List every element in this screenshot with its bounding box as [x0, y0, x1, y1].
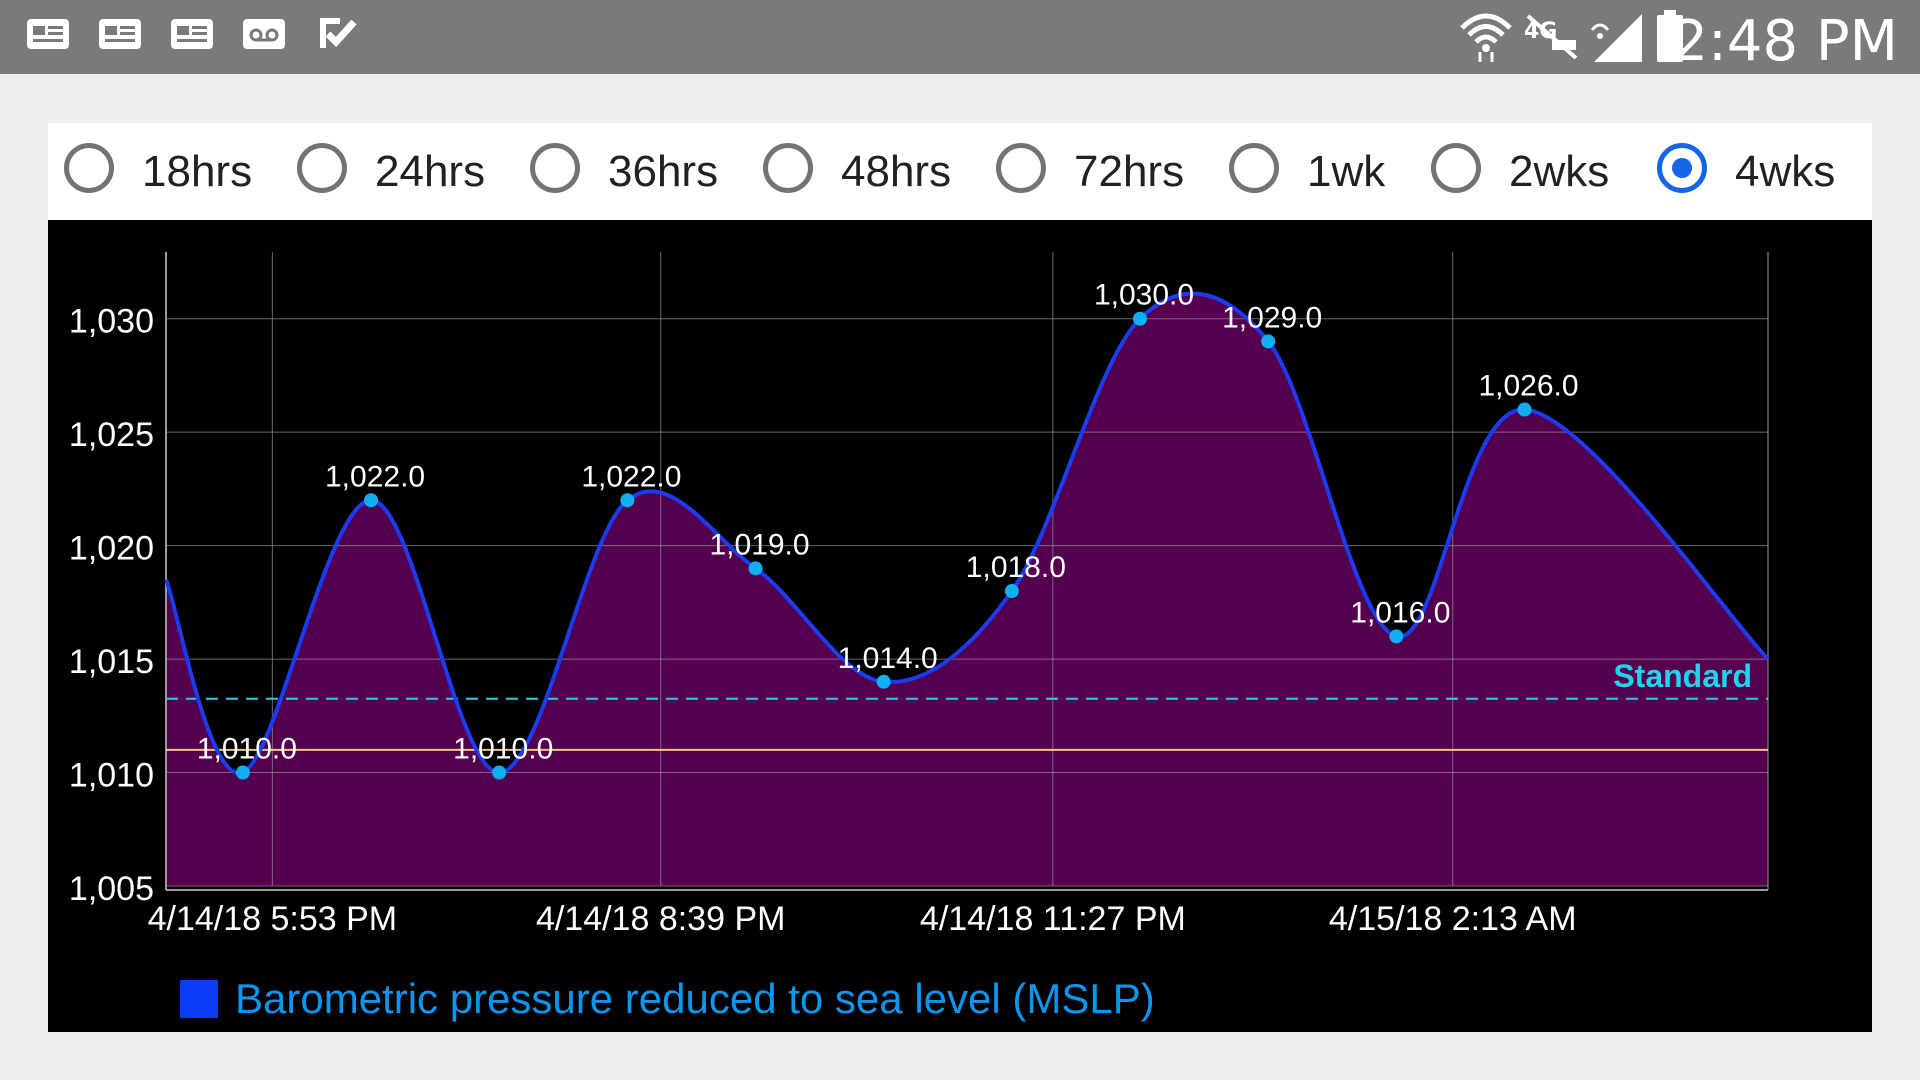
chart-canvas: 1,005 1,010 1,015 1,020 1,025 1,030 4/14/18 5:… [69, 252, 1770, 938]
y-tick-label: 1,010 [69, 757, 154, 795]
radio-button[interactable] [297, 143, 347, 193]
data-label: 1,019.0 [709, 528, 809, 561]
radio-label: 72hrs [1074, 147, 1185, 196]
data-point [1004, 584, 1019, 599]
data-point [748, 561, 763, 576]
radio-label: 18hrs [142, 147, 253, 196]
voicemail-icon [243, 19, 285, 49]
legend-label: Barometric pressure reduced to sea level… [235, 975, 1155, 1022]
data-label: 1,030.0 [1094, 279, 1194, 312]
data-point [492, 765, 507, 780]
data-label: 1,010.0 [197, 733, 297, 766]
x-tick-label: 4/15/18 2:13 AM [1329, 900, 1577, 938]
y-tick-label: 1,020 [69, 530, 154, 568]
standard-line-label: Standard [1613, 658, 1752, 694]
data-point [1261, 334, 1276, 349]
radio-label: 2wks [1509, 147, 1610, 196]
radio-label: 36hrs [608, 147, 719, 196]
data-label: 1,026.0 [1478, 369, 1578, 402]
data-point [1517, 402, 1532, 417]
status-bar: 4G 2:48 PM [0, 0, 1920, 74]
x-tick-label: 4/14/18 11:27 PM [920, 900, 1186, 938]
radio-label: 48hrs [841, 147, 952, 196]
data-point [1133, 311, 1148, 326]
news-icon [171, 19, 213, 49]
signal-icon [1590, 14, 1642, 62]
radio-button[interactable] [1229, 143, 1279, 193]
radio-button[interactable] [530, 143, 580, 193]
radio-button[interactable] [763, 143, 813, 193]
x-tick-label: 4/14/18 8:39 PM [536, 900, 786, 938]
radio-button[interactable] [1431, 143, 1481, 193]
radio-label: 1wk [1307, 147, 1386, 196]
task-check-icon [320, 18, 357, 48]
data-label: 1,022.0 [325, 460, 425, 493]
clock: 2:48 PM [1672, 9, 1898, 74]
y-tick-label: 1,030 [69, 303, 154, 341]
y-tick-label: 1,005 [69, 870, 154, 908]
data-label: 1,029.0 [1222, 301, 1322, 334]
y-tick-label: 1,015 [69, 643, 154, 681]
radio-selected-dot [1672, 158, 1692, 178]
news-icon [99, 19, 141, 49]
y-tick-label: 1,025 [69, 416, 154, 454]
4g-lte-icon: 4G [1524, 14, 1578, 60]
pressure-chart: 1,005 1,010 1,015 1,020 1,025 1,030 4/14/18 5:… [48, 220, 1872, 1032]
news-icon [27, 19, 69, 49]
radio-button[interactable] [64, 143, 114, 193]
radio-button[interactable] [1657, 143, 1707, 193]
data-point [364, 493, 379, 508]
data-label: 1,022.0 [581, 460, 681, 493]
data-label: 1,014.0 [838, 642, 938, 675]
legend-swatch [180, 980, 218, 1018]
wifi-icon [1460, 13, 1512, 62]
data-point [1389, 629, 1404, 644]
x-tick-label: 4/14/18 5:53 PM [148, 900, 398, 938]
data-label: 1,010.0 [453, 733, 553, 766]
radio-label: 24hrs [375, 147, 486, 196]
data-point [620, 493, 635, 508]
time-range-selector: 18hrs 24hrs 36hrs 48hrs 72hrs 1wk 2wks 4wks [48, 123, 1872, 220]
data-label: 1,016.0 [1350, 596, 1450, 629]
radio-button[interactable] [996, 143, 1046, 193]
radio-label: 4wks [1735, 147, 1836, 196]
data-label: 1,018.0 [966, 551, 1066, 584]
data-point [876, 674, 891, 689]
data-point [235, 765, 250, 780]
